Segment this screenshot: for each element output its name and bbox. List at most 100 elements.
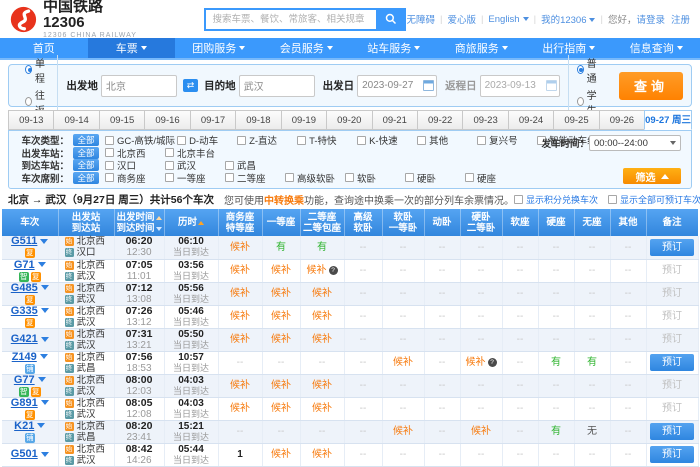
date-tab[interactable]: 09-14 xyxy=(53,110,99,130)
candidate-info-icon[interactable]: ? xyxy=(488,358,497,367)
train-number-link[interactable]: G77 xyxy=(14,374,35,386)
column-header[interactable]: 出发时间到达时间 xyxy=(114,209,164,236)
top-link[interactable]: English xyxy=(488,14,528,25)
nav-item[interactable]: 信息查询 xyxy=(613,38,700,58)
date-tab[interactable]: 09-27 周三 xyxy=(644,110,692,130)
seat-cell: -- xyxy=(502,305,538,328)
swap-stations-icon[interactable]: ⇄ xyxy=(183,79,198,92)
expand-row-icon[interactable] xyxy=(41,452,49,457)
register-link[interactable]: 注册 xyxy=(671,12,690,26)
top-link[interactable]: 我的12306 xyxy=(541,12,595,26)
book-button[interactable]: 预订 xyxy=(650,354,694,371)
search-button[interactable] xyxy=(376,8,406,31)
search-input[interactable] xyxy=(204,8,376,31)
date-tab[interactable]: 09-22 xyxy=(417,110,463,130)
expand-row-icon[interactable] xyxy=(40,239,48,244)
expand-row-icon[interactable] xyxy=(38,262,46,267)
login-link[interactable]: 请登录 xyxy=(636,12,665,26)
filter-checkbox[interactable]: 高级软卧 xyxy=(285,171,343,185)
filter-checkbox[interactable]: 二等座 xyxy=(225,171,283,185)
date-tab[interactable]: 09-15 xyxy=(99,110,145,130)
expand-row-icon[interactable] xyxy=(38,377,46,382)
filter-checkbox[interactable]: 软卧 xyxy=(345,171,403,185)
select-all-button[interactable]: 全部 xyxy=(73,159,99,171)
expand-row-icon[interactable] xyxy=(41,400,49,405)
depart-time-select[interactable]: 00:00--24:00 xyxy=(589,135,681,151)
nav-item[interactable]: 站车服务 xyxy=(350,38,438,58)
select-all-button[interactable]: 全部 xyxy=(73,134,99,146)
toggle-all-bookable[interactable]: 显示全部可预订车次 xyxy=(608,193,700,206)
expand-row-icon[interactable] xyxy=(41,285,49,290)
seat-cell: 候补 xyxy=(218,305,262,328)
train-row: K21铺始北京西终武昌08:2023:4115:21当日到达--------候补… xyxy=(2,420,698,443)
train-number-link[interactable]: G511 xyxy=(11,235,37,247)
top-link[interactable]: 无障碍 xyxy=(406,12,435,26)
filter-checkbox[interactable]: 硬座 xyxy=(465,171,523,185)
date-tab[interactable]: 09-26 xyxy=(599,110,645,130)
expand-row-icon[interactable] xyxy=(40,354,48,359)
seat-cell: -- xyxy=(382,259,424,282)
filter-checkbox[interactable]: 一等座 xyxy=(165,171,223,185)
train-number-link[interactable]: G891 xyxy=(11,397,38,409)
expand-row-icon[interactable] xyxy=(41,308,49,313)
calendar-icon[interactable] xyxy=(546,80,557,91)
date-tab[interactable]: 09-13 xyxy=(8,110,54,130)
date-tab[interactable]: 09-23 xyxy=(462,110,508,130)
date-tab[interactable]: 09-21 xyxy=(372,110,418,130)
expand-row-icon[interactable] xyxy=(37,423,45,428)
seat-cell: -- xyxy=(382,305,424,328)
to-station-input[interactable] xyxy=(239,75,315,97)
date-tab[interactable]: 09-25 xyxy=(553,110,599,130)
arrive-day: 当日到达 xyxy=(165,317,218,328)
depart-time-value: 00:00--24:00 xyxy=(594,138,648,149)
sort-up-icon[interactable] xyxy=(156,216,162,220)
date-tab[interactable]: 09-20 xyxy=(326,110,372,130)
filter-checkbox[interactable]: 硬卧 xyxy=(405,171,463,185)
filter-checkbox[interactable]: T-特快 xyxy=(297,133,355,147)
train-number-link[interactable]: G421 xyxy=(11,333,38,345)
nav-item[interactable]: 团购服务 xyxy=(175,38,263,58)
logo[interactable]: 中国铁路12306 12306 CHINA RAILWAY xyxy=(10,0,144,40)
expand-row-icon[interactable] xyxy=(41,337,49,342)
date-tab[interactable]: 09-16 xyxy=(144,110,190,130)
train-number-link[interactable]: K21 xyxy=(14,420,34,432)
query-button[interactable]: 查询 xyxy=(619,72,683,100)
seat-cell: -- xyxy=(300,420,344,443)
duration: 10:57 xyxy=(165,352,218,363)
sort-up-icon[interactable] xyxy=(198,221,204,225)
nav-item[interactable]: 会员服务 xyxy=(263,38,351,58)
calendar-icon[interactable] xyxy=(423,80,434,91)
train-number-link[interactable]: G485 xyxy=(11,282,38,294)
date-tab[interactable]: 09-17 xyxy=(190,110,236,130)
radio-normal[interactable]: 普通 xyxy=(577,55,601,85)
train-number-link[interactable]: Z149 xyxy=(12,351,37,363)
book-button[interactable]: 预订 xyxy=(650,446,694,463)
radio-one-way[interactable]: 单程 xyxy=(25,55,49,85)
train-row: G485复始北京西终武汉07:1213:0805:56当日到达候补候补候补---… xyxy=(2,282,698,305)
candidate-info-icon[interactable]: ? xyxy=(329,266,338,275)
train-number-link[interactable]: G71 xyxy=(14,259,35,271)
top-link[interactable]: 爱心版 xyxy=(447,12,476,26)
filter-checkbox[interactable]: 其他 xyxy=(417,133,475,147)
column-header[interactable]: 历时 xyxy=(164,209,218,236)
nav-item[interactable]: 商旅服务 xyxy=(438,38,526,58)
filter-checkbox[interactable]: 复兴号 xyxy=(477,133,535,147)
nav-item[interactable]: 车票 xyxy=(88,38,176,58)
sort-down-icon[interactable] xyxy=(156,227,162,231)
toggle-points-exchange[interactable]: 显示积分兑换车次 xyxy=(514,193,598,206)
filter-checkbox[interactable]: K-快速 xyxy=(357,133,415,147)
date-tab[interactable]: 09-19 xyxy=(281,110,327,130)
select-all-button[interactable]: 全部 xyxy=(73,172,99,184)
date-tab[interactable]: 09-18 xyxy=(235,110,281,130)
filter-checkbox[interactable]: 商务座 xyxy=(105,171,163,185)
filter-checkbox[interactable]: Z-直达 xyxy=(237,133,295,147)
book-button[interactable]: 预订 xyxy=(650,423,694,440)
train-number-link[interactable]: G335 xyxy=(11,305,38,317)
select-all-button[interactable]: 全部 xyxy=(73,147,99,159)
book-button[interactable]: 预订 xyxy=(650,239,694,256)
transfer-link[interactable]: 中转换乘 xyxy=(264,196,304,207)
apply-filter-button[interactable]: 筛选 xyxy=(623,168,681,184)
date-tab[interactable]: 09-24 xyxy=(508,110,554,130)
from-station-input[interactable] xyxy=(101,75,177,97)
train-number-link[interactable]: G501 xyxy=(11,448,38,460)
